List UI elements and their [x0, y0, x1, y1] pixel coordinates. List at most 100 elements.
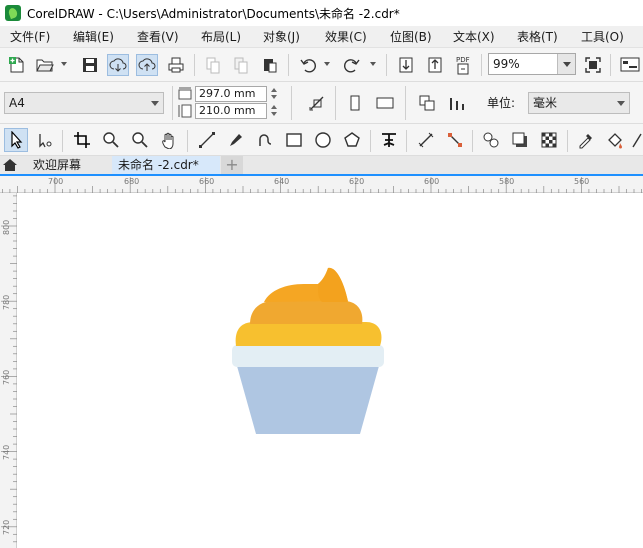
paste-icon[interactable] — [259, 54, 281, 76]
transparency-tool-icon[interactable] — [538, 129, 560, 151]
pan-tool-icon[interactable] — [158, 129, 180, 151]
menu-table[interactable]: 表格(T) — [517, 26, 558, 48]
interactive-fill-tool-icon[interactable] — [604, 129, 626, 151]
menu-effects[interactable]: 效果(C) — [325, 26, 367, 48]
publish-pdf-icon[interactable]: PDF — [453, 54, 475, 76]
zoom-level-combobox[interactable]: 99% — [488, 53, 576, 75]
freehand-tool-icon[interactable] — [196, 129, 218, 151]
all-pages-icon[interactable] — [416, 92, 438, 114]
options-icon[interactable] — [619, 54, 641, 76]
separator — [386, 54, 387, 76]
separator — [567, 130, 568, 152]
page-height-spinner[interactable] — [268, 103, 280, 119]
cupcake-cream-middle-shape[interactable] — [250, 301, 363, 324]
polygon-tool-icon[interactable] — [341, 129, 363, 151]
menu-bar: 文件(F) 编辑(E) 查看(V) 布局(L) 对象(J) 效果(C) 位图(B… — [0, 26, 643, 48]
text-tool-icon[interactable] — [378, 129, 400, 151]
full-screen-icon[interactable] — [582, 54, 604, 76]
coreldraw-logo-icon — [5, 5, 21, 21]
eyedropper-tool-icon[interactable] — [575, 129, 597, 151]
ruler-label: 580 — [499, 177, 515, 186]
page-width-spinner[interactable] — [268, 86, 280, 102]
new-document-icon[interactable] — [6, 54, 28, 76]
tab-welcome-screen[interactable]: 欢迎屏幕 — [27, 156, 87, 174]
menu-edit[interactable]: 编辑(E) — [73, 26, 114, 48]
cut-icon[interactable] — [202, 54, 224, 76]
units-select[interactable]: 毫米 — [528, 92, 630, 114]
ruler-label: 620 — [349, 177, 365, 186]
ruler-label: 740 — [2, 444, 11, 460]
cupcake-cream-swirl-shape[interactable] — [318, 267, 348, 302]
home-icon[interactable] — [2, 158, 18, 172]
menu-layout[interactable]: 布局(L) — [201, 26, 241, 48]
ruler-label: 640 — [274, 177, 290, 186]
menu-file[interactable]: 文件(F) — [10, 26, 50, 48]
blend-tool-icon[interactable] — [480, 129, 502, 151]
cloud-upload-icon[interactable] — [136, 54, 158, 76]
crop-tool-icon[interactable] — [71, 129, 93, 151]
print-icon[interactable] — [165, 54, 187, 76]
page-height-icon — [178, 104, 192, 118]
pdf-label: PDF — [456, 56, 470, 64]
drawing-canvas[interactable] — [18, 194, 643, 548]
separator — [472, 130, 473, 152]
ruler-label: 660 — [199, 177, 215, 186]
cupcake-cup-shape[interactable] — [237, 366, 379, 434]
property-bar: A4 297.0 mm 210.0 mm 单位: 毫米 — [0, 82, 643, 124]
page-width-value: 297.0 mm — [199, 87, 256, 100]
export-icon[interactable] — [424, 54, 446, 76]
separator — [370, 130, 371, 152]
horizontal-ruler[interactable]: 700 680 660 640 620 600 580 560 — [0, 176, 643, 193]
cupcake-drawing[interactable] — [18, 194, 643, 548]
tab-document[interactable]: 未命名 -2.cdr* — [112, 156, 220, 174]
portrait-icon[interactable] — [344, 92, 366, 114]
page-width-input[interactable]: 297.0 mm — [195, 86, 267, 102]
ellipse-tool-icon[interactable] — [312, 129, 334, 151]
save-icon[interactable] — [79, 54, 101, 76]
current-page-icon[interactable] — [446, 92, 468, 114]
open-dropdown-icon[interactable] — [61, 62, 67, 66]
rectangle-tool-icon[interactable] — [283, 129, 305, 151]
undo-icon[interactable] — [297, 54, 319, 76]
redo-icon[interactable] — [341, 54, 363, 76]
drop-shadow-tool-icon[interactable] — [509, 129, 531, 151]
redo-dropdown-icon[interactable] — [370, 62, 376, 66]
ruler-label: 800 — [2, 219, 11, 235]
bezier-tool-icon[interactable] — [254, 129, 276, 151]
undo-dropdown-icon[interactable] — [324, 62, 330, 66]
zoom-level-value: 99% — [493, 57, 520, 71]
menu-tools[interactable]: 工具(O) — [581, 26, 624, 48]
page-height-input[interactable]: 210.0 mm — [195, 103, 267, 119]
vertical-ruler[interactable]: 800 780 760 740 720 — [0, 193, 17, 548]
menu-object[interactable]: 对象(J) — [263, 26, 300, 48]
cupcake-rim-shape[interactable] — [232, 345, 384, 367]
artistic-media-tool-icon[interactable] — [225, 129, 247, 151]
ruler-label: 760 — [2, 369, 11, 385]
shape-tool-icon[interactable] — [34, 129, 56, 151]
ruler-label: 680 — [124, 177, 140, 186]
outline-pen-tool-icon[interactable] — [631, 129, 643, 151]
add-tab-button[interactable]: + — [221, 156, 243, 174]
zoom-dropdown-icon[interactable] — [557, 54, 575, 74]
page-dimensions-icon[interactable] — [306, 92, 328, 114]
separator — [62, 130, 63, 152]
connector-tool-icon[interactable] — [444, 129, 466, 151]
page-size-select[interactable]: A4 — [4, 92, 164, 114]
zoom-tool-icon[interactable] — [100, 129, 122, 151]
copy-icon[interactable] — [230, 54, 252, 76]
parallel-dimension-tool-icon[interactable] — [415, 129, 437, 151]
separator — [335, 86, 336, 120]
zoom-tool-alt-icon[interactable] — [129, 129, 151, 151]
landscape-icon[interactable] — [374, 92, 396, 114]
menu-bitmaps[interactable]: 位图(B) — [390, 26, 432, 48]
menu-text[interactable]: 文本(X) — [453, 26, 495, 48]
menu-view[interactable]: 查看(V) — [137, 26, 179, 48]
pick-tool-icon[interactable] — [4, 128, 28, 152]
ruler-label: 600 — [424, 177, 440, 186]
ruler-label: 720 — [2, 519, 11, 535]
open-folder-icon[interactable] — [34, 54, 56, 76]
import-icon[interactable] — [395, 54, 417, 76]
document-tab-bar: 欢迎屏幕 未命名 -2.cdr* + — [0, 156, 643, 176]
cupcake-cream-bottom-shape[interactable] — [235, 322, 382, 346]
cloud-download-icon[interactable] — [107, 54, 129, 76]
